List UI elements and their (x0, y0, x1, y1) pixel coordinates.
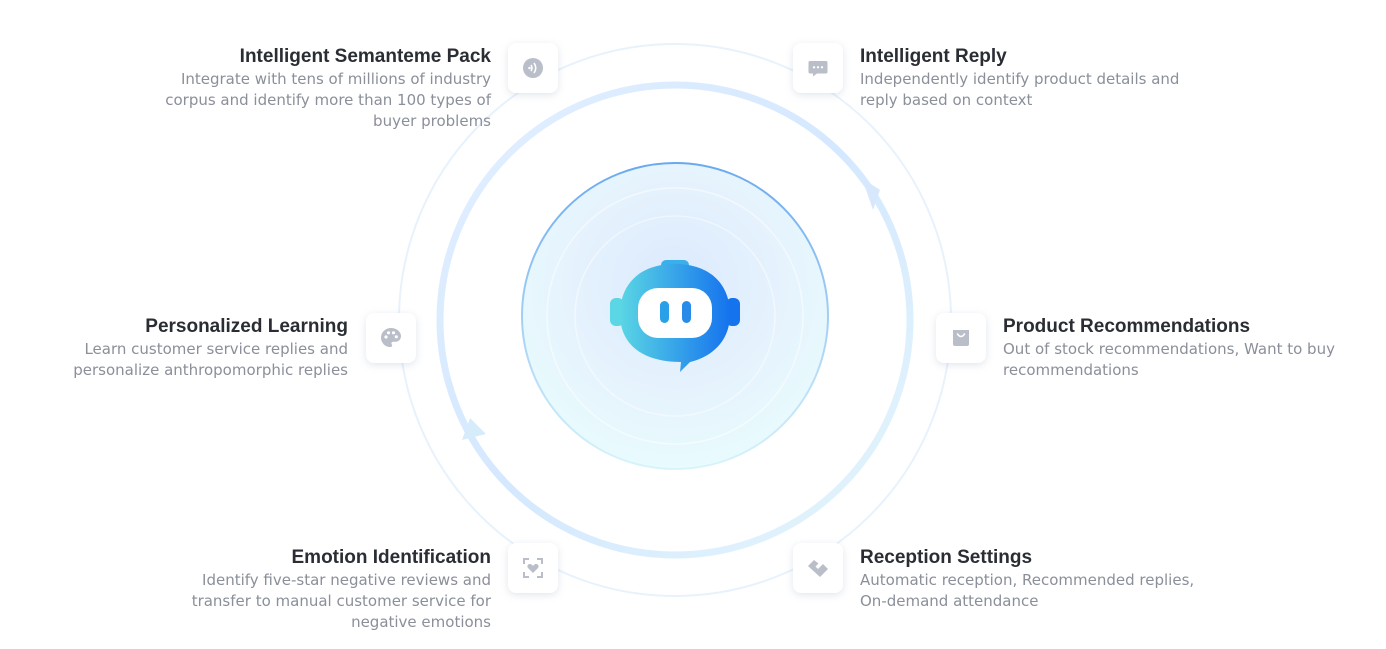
feature-intelligent-reply: Intelligent Reply Independently identify… (860, 45, 1200, 111)
voice-icon (523, 58, 543, 78)
feature-description: Independently identify product details a… (860, 70, 1180, 109)
reception-settings-icon-card (793, 543, 843, 593)
product-recommendations-icon-card (936, 313, 986, 363)
feature-emotion-identification: Emotion Identification Identify five-sta… (150, 546, 491, 633)
feature-description: Out of stock recommendations, Want to bu… (1003, 340, 1335, 379)
personalized-learning-icon-card (366, 313, 416, 363)
feature-title: Personalized Learning (145, 316, 348, 337)
feature-title: Reception Settings (860, 547, 1033, 568)
feature-title: Product Recommendations (1003, 316, 1251, 337)
chat-bubble-icon (808, 61, 828, 77)
intelligent-reply-icon-card (793, 43, 843, 93)
emotion-identification-icon-card (508, 543, 558, 593)
semanteme-pack-icon-card (508, 43, 558, 93)
feature-description: Integrate with tens of millions of indus… (165, 70, 491, 130)
feature-product-recommendations: Product Recommendations Out of stock rec… (1003, 315, 1363, 381)
feature-title: Intelligent Reply (860, 46, 1007, 67)
feature-description: Identify five-star negative reviews and … (191, 571, 491, 631)
feature-reception-settings: Reception Settings Automatic reception, … (860, 546, 1220, 612)
handshake-icon (808, 560, 828, 577)
shopping-bag-icon (953, 330, 969, 346)
feature-title: Intelligent Semanteme Pack (239, 46, 491, 67)
feature-personalized-learning: Personalized Learning Learn customer ser… (60, 315, 348, 381)
heart-scan-icon (523, 558, 543, 578)
robot-chat-icon (608, 258, 742, 381)
feature-diagram: Intelligent Semanteme Pack Integrate wit… (0, 0, 1386, 649)
feature-title: Emotion Identification (291, 547, 492, 568)
palette-icon (381, 328, 401, 347)
feature-description: Learn customer service replies and perso… (73, 340, 348, 379)
feature-description: Automatic reception, Recommended replies… (860, 571, 1195, 610)
feature-semanteme-pack: Intelligent Semanteme Pack Integrate wit… (150, 45, 491, 132)
